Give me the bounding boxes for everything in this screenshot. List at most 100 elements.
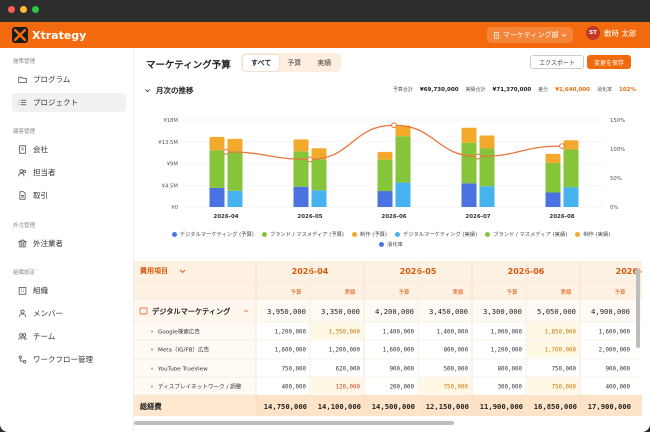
sidebar-item-project[interactable]: プロジェクト [12, 93, 126, 112]
table-cell[interactable]: 1,400,000 [437, 330, 469, 336]
table-cell[interactable]: 800,000 [498, 367, 523, 373]
bar-segment[interactable] [545, 153, 561, 164]
line-point[interactable] [223, 149, 229, 155]
table-cell[interactable]: 900,000 [606, 367, 631, 373]
table-cell[interactable]: 1,200,000 [275, 330, 307, 336]
bar-segment[interactable] [563, 140, 579, 150]
table-cell[interactable]: 750,000 [552, 385, 577, 391]
table-cell[interactable]: 900,000 [390, 367, 415, 373]
bar-segment[interactable] [209, 136, 225, 151]
table-cell[interactable]: 750,000 [444, 385, 469, 391]
legend-item[interactable]: デジタルマーケティング (予算) [171, 230, 254, 238]
bar-segment[interactable] [227, 190, 243, 207]
bar-segment[interactable] [377, 191, 393, 207]
category-cell[interactable]: 3,300,000 [483, 307, 522, 316]
bar-segment[interactable] [293, 151, 309, 187]
maximize-window-button[interactable] [32, 6, 39, 13]
bar-segment[interactable] [461, 183, 477, 207]
table-cell[interactable]: 750,000 [552, 367, 577, 373]
legend-item[interactable]: ブランド / マスメディア (予算) [261, 230, 344, 238]
table-cell[interactable]: 1,600,000 [599, 330, 631, 336]
bar-segment[interactable] [545, 192, 561, 208]
legend-item[interactable]: 消化率 [379, 240, 403, 248]
bar-segment[interactable] [227, 138, 243, 152]
bar-segment[interactable] [563, 187, 579, 207]
bar-segment[interactable] [227, 151, 243, 191]
table-cell[interactable]: 1,700,000 [545, 348, 577, 354]
tab-all[interactable]: すべて [243, 54, 280, 71]
bar-segment[interactable] [479, 135, 495, 149]
department-selector[interactable]: マーケティング部 [487, 27, 574, 43]
bar-segment[interactable] [461, 127, 477, 143]
table-cell[interactable]: 1,350,000 [329, 330, 361, 336]
category-cell[interactable]: 3,450,000 [429, 307, 468, 316]
table-cell[interactable]: 1,200,000 [491, 348, 523, 354]
vertical-scrollbar[interactable] [636, 268, 640, 348]
table-cell[interactable]: 300,000 [498, 385, 523, 391]
table-cell[interactable]: 1,000,000 [491, 330, 523, 336]
sidebar-item-workflow[interactable]: ワークフロー管理 [12, 350, 126, 369]
legend-item[interactable]: 制作 (実績) [575, 230, 610, 238]
category-cell[interactable]: 4,200,000 [375, 307, 414, 316]
close-window-button[interactable] [8, 6, 15, 13]
bar-segment[interactable] [479, 186, 495, 207]
table-cell[interactable]: 1,850,000 [545, 330, 577, 336]
sidebar-item-members[interactable]: メンバー [12, 304, 126, 323]
bar-segment[interactable] [209, 187, 225, 207]
sidebar-item-vendors[interactable]: 外注業者 [12, 234, 126, 253]
legend-item[interactable]: 制作 (予算) [351, 230, 387, 238]
bar-segment[interactable] [293, 139, 309, 152]
sidebar-item-organization[interactable]: 組織 [12, 281, 126, 300]
bar-segment[interactable] [461, 142, 477, 184]
sidebar-item-program[interactable]: プログラム [12, 70, 126, 89]
line-point[interactable] [559, 143, 565, 149]
tab-budget[interactable]: 予算 [279, 55, 309, 71]
category-cell[interactable]: 3,350,000 [321, 307, 360, 316]
line-point[interactable] [475, 153, 481, 160]
bar-segment[interactable] [311, 159, 327, 191]
bar-segment[interactable] [563, 149, 579, 188]
user-menu[interactable]: ST 敷時 太郎 [586, 26, 636, 40]
category-cell[interactable]: 3,950,000 [267, 307, 306, 316]
app-logo[interactable]: Xtrategy [12, 27, 86, 43]
save-button[interactable]: 変更を保存 [587, 55, 631, 69]
table-cell[interactable]: 2,000,000 [599, 348, 631, 354]
sidebar-item-contacts[interactable]: 担当者 [12, 163, 126, 182]
bar-segment[interactable] [377, 159, 393, 192]
sidebar-item-deals[interactable]: 取引 [12, 186, 126, 205]
table-cell[interactable]: 1,600,000 [383, 348, 415, 354]
bar-segment[interactable] [479, 148, 495, 187]
table-cell[interactable]: 800,000 [444, 348, 469, 354]
bar-segment[interactable] [395, 136, 411, 183]
horizontal-scrollbar[interactable] [134, 421, 454, 425]
table-cell[interactable]: 400,000 [282, 385, 307, 391]
category-cell[interactable]: 5,050,000 [537, 307, 576, 316]
legend-item[interactable]: ブランド / マスメディア (実績) [485, 230, 567, 238]
table-cell[interactable]: 500,000 [444, 367, 469, 373]
bar-segment[interactable] [395, 182, 411, 207]
bar-segment[interactable] [293, 186, 309, 207]
line-point[interactable] [391, 122, 397, 129]
table-cell[interactable]: 400,000 [606, 385, 631, 391]
export-button[interactable]: エクスポート [530, 55, 584, 69]
table-cell[interactable]: 750,000 [282, 367, 307, 373]
table-cell[interactable]: 120,000 [336, 385, 361, 391]
bar-segment[interactable] [545, 163, 561, 193]
sidebar-item-company[interactable]: 会社 [12, 140, 126, 159]
page-title: マーケティング予算 [146, 60, 231, 71]
minimize-window-button[interactable] [20, 6, 27, 13]
line-point[interactable] [307, 156, 313, 163]
tab-actual[interactable]: 実績 [309, 55, 339, 71]
legend-item[interactable]: デジタルマーケティング (実績) [395, 230, 477, 238]
bar-segment[interactable] [209, 150, 225, 188]
table-cell[interactable]: 620,000 [336, 367, 361, 373]
monthly-trend-toggle[interactable]: 月次の推移 [144, 85, 194, 96]
table-cell[interactable]: 1,600,000 [275, 348, 307, 354]
bar-segment[interactable] [311, 190, 327, 207]
category-cell[interactable]: 4,900,000 [591, 307, 630, 316]
table-cell[interactable]: 1,400,000 [383, 330, 415, 336]
sidebar-item-teams[interactable]: チーム [12, 327, 126, 346]
table-cell[interactable]: 1,200,000 [329, 348, 361, 354]
bar-segment[interactable] [377, 151, 393, 160]
table-cell[interactable]: 200,000 [390, 385, 415, 391]
